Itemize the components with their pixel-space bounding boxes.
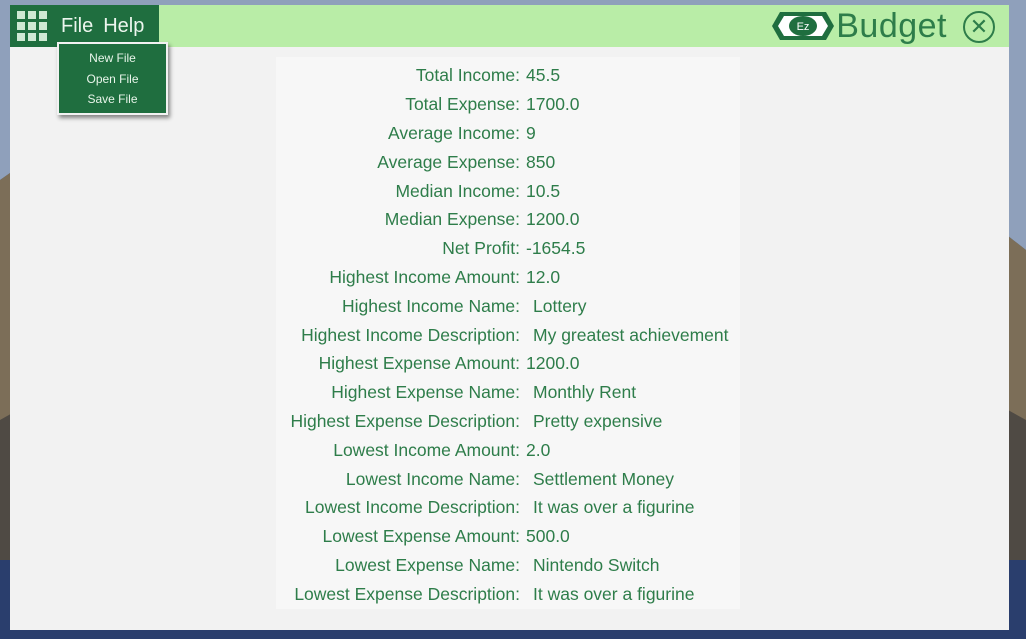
help-menu[interactable]: Help — [103, 15, 144, 38]
stat-label: Highest Income Name: — [342, 296, 520, 316]
stat-value: 45.5 — [526, 65, 561, 85]
stat-row: Average Income: 9 — [276, 123, 740, 151]
stat-value: 1200.0 — [526, 209, 580, 229]
stat-label: Lowest Income Amount: — [333, 440, 520, 460]
stat-value: 12.0 — [526, 267, 561, 287]
stat-value: 850 — [526, 152, 556, 172]
stat-row: Lowest Income Name: Settlement Money — [276, 469, 740, 497]
stat-label: Lowest Income Description: — [305, 497, 520, 517]
stat-value: Monthly Rent — [533, 382, 637, 402]
stat-label: Lowest Expense Amount: — [322, 526, 520, 546]
stat-value: It was over a figurine — [533, 584, 695, 604]
stat-row: Highest Expense Description: Pretty expe… — [276, 411, 740, 439]
stat-value: Nintendo Switch — [533, 555, 660, 575]
stat-row: Lowest Expense Amount: 500.0 — [276, 526, 740, 554]
menu-item-open-file[interactable]: Open File — [59, 70, 166, 88]
stat-value: 1700.0 — [526, 94, 580, 114]
stat-label: Median Expense: — [384, 209, 520, 229]
file-dropdown: New File Open File Save File — [57, 42, 168, 115]
stat-row: Median Income: 10.5 — [276, 181, 740, 209]
stat-row: Total Expense: 1700.0 — [276, 94, 740, 122]
stat-label: Total Income: — [415, 65, 520, 85]
stat-label: Highest Expense Name: — [331, 382, 520, 402]
stat-row: Median Expense: 1200.0 — [276, 209, 740, 237]
stat-label: Lowest Expense Name: — [335, 555, 520, 575]
stat-row: Lowest Expense Name: Nintendo Switch — [276, 555, 740, 583]
menu-item-new-file[interactable]: New File — [59, 49, 166, 67]
stat-row: Highest Expense Name: Monthly Rent — [276, 382, 740, 410]
stat-label: Highest Expense Amount: — [318, 353, 520, 373]
stat-label: Highest Income Description: — [301, 325, 520, 345]
grid-icon[interactable] — [17, 11, 47, 41]
stat-label: Highest Income Amount: — [329, 267, 520, 287]
logo-text: Ez — [797, 21, 810, 33]
stat-row: Highest Income Amount: 12.0 — [276, 267, 740, 295]
stat-value: -1654.5 — [526, 238, 586, 258]
stat-value: Settlement Money — [533, 469, 675, 489]
stat-value: 10.5 — [526, 181, 561, 201]
stat-label: Average Income: — [388, 123, 520, 143]
stat-value: Lottery — [533, 296, 587, 316]
stat-row: Lowest Expense Description: It was over … — [276, 584, 740, 612]
stat-label: Lowest Expense Description: — [294, 584, 520, 604]
stat-row: Total Income: 45.5 — [276, 65, 740, 93]
stat-label: Median Income: — [395, 181, 520, 201]
stat-value: 1200.0 — [526, 353, 580, 373]
stat-value: 500.0 — [526, 526, 570, 546]
brand: Ez Budget — [772, 7, 947, 45]
app-window: File Help Ez Budget ✕ New File Open File… — [10, 5, 1009, 630]
stat-value: 2.0 — [526, 440, 551, 460]
stat-label: Lowest Income Name: — [345, 469, 520, 489]
file-menu[interactable]: File — [61, 15, 93, 38]
stat-row: Average Expense: 850 — [276, 152, 740, 180]
stat-label: Total Expense: — [405, 94, 520, 114]
title-bar: File Help Ez Budget ✕ — [10, 5, 1009, 47]
stat-value: Pretty expensive — [533, 411, 663, 431]
stat-row: Highest Income Name: Lottery — [276, 296, 740, 324]
stat-value: 9 — [526, 123, 536, 143]
stat-row: Net Profit: -1654.5 — [276, 238, 740, 266]
stat-row: Lowest Income Description: It was over a… — [276, 497, 740, 525]
menu-bar: File Help — [10, 5, 159, 47]
stat-label: Highest Expense Description: — [290, 411, 520, 431]
stat-label: Net Profit: — [442, 238, 520, 258]
stat-value: It was over a figurine — [533, 497, 695, 517]
money-bill-icon: Ez — [772, 12, 835, 40]
stat-value: My greatest achievement — [533, 325, 729, 345]
menu-item-save-file[interactable]: Save File — [59, 90, 166, 108]
stats-panel: Total Income: 45.5 Total Expense: 1700.0… — [276, 57, 740, 609]
stat-row: Highest Income Description: My greatest … — [276, 325, 740, 353]
close-icon[interactable]: ✕ — [963, 11, 995, 43]
app-title: Budget — [836, 6, 947, 45]
stat-label: Average Expense: — [377, 152, 520, 172]
stat-row: Lowest Income Amount: 2.0 — [276, 440, 740, 468]
stat-row: Highest Expense Amount: 1200.0 — [276, 353, 740, 381]
